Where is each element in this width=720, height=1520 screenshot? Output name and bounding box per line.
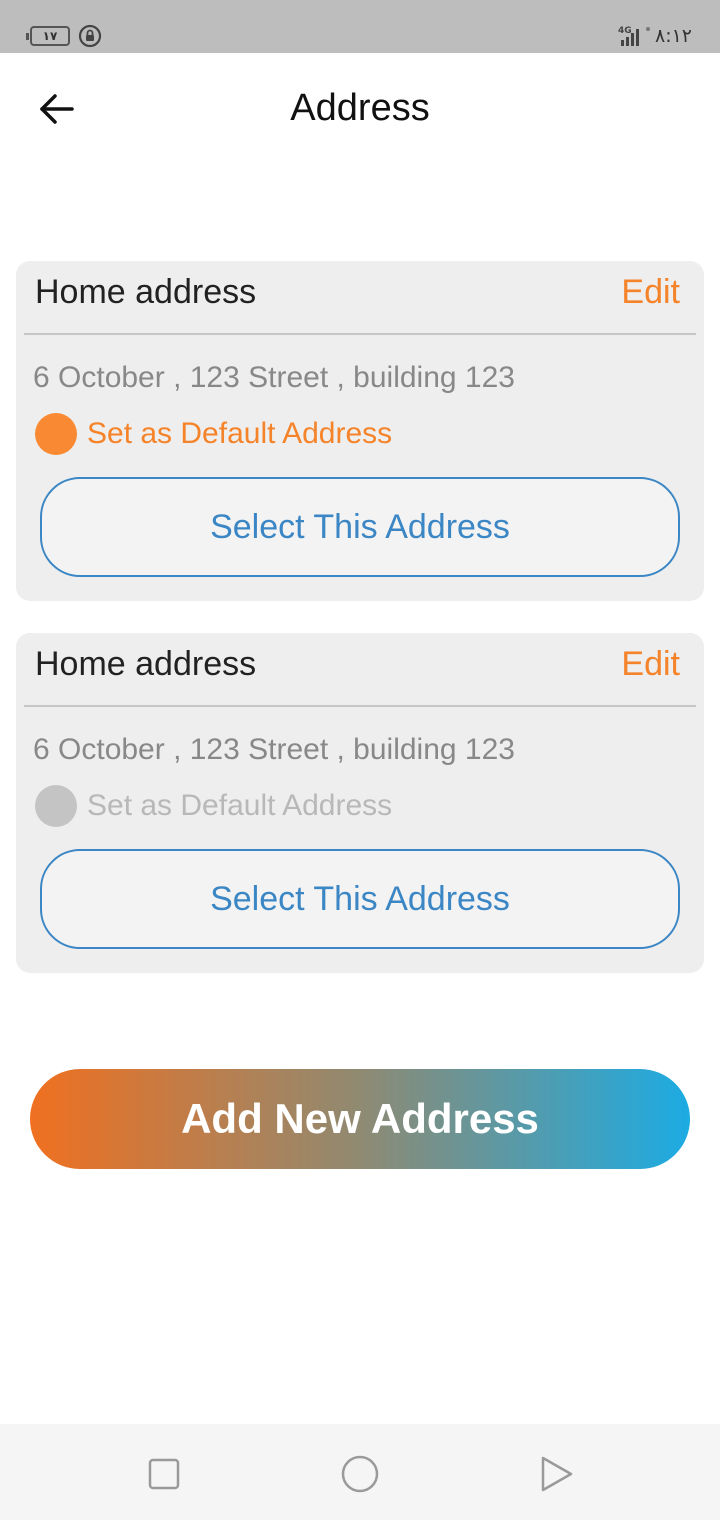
app-header: Address [0,53,720,165]
set-default-label: Set as Default Address [87,789,393,822]
address-text: 6 October , 123 Street , building 123 [33,733,515,766]
set-default-radio[interactable]: Set as Default Address [35,413,392,455]
set-default-radio[interactable]: Set as Default Address [35,785,392,827]
set-default-label: Set as Default Address [87,417,393,450]
add-new-address-button[interactable]: Add New Address [30,1069,690,1169]
status-bar: ۱۷ 4G ۸:۱۲ [0,0,720,53]
address-title: Home address [35,645,257,683]
edit-address-link[interactable]: Edit [621,645,680,684]
battery-level: ۱۷ [42,29,58,43]
system-nav-bar [0,1424,720,1520]
select-address-button[interactable]: Select This Address [40,477,680,577]
svg-text:4G: 4G [618,26,632,36]
battery-icon: ۱۷ [26,26,70,46]
rotation-lock-icon [78,24,102,48]
address-card: Home address Edit 6 October , 123 Street… [16,261,704,601]
signal-icon: 4G [618,26,650,46]
radio-unselected-icon [35,785,77,827]
back-triangle-icon[interactable] [536,1454,576,1494]
card-divider [24,333,696,335]
address-text: 6 October , 123 Street , building 123 [33,361,515,394]
page-title: Address [290,87,430,129]
recents-square-icon[interactable] [144,1454,184,1494]
edit-address-link[interactable]: Edit [621,273,680,312]
radio-selected-icon [35,413,77,455]
status-clock: ۸:۱۲ [655,25,693,47]
home-circle-icon[interactable] [340,1454,380,1494]
card-divider [24,705,696,707]
address-title: Home address [35,273,257,311]
select-address-button[interactable]: Select This Address [40,849,680,949]
address-card: Home address Edit 6 October , 123 Street… [16,633,704,973]
